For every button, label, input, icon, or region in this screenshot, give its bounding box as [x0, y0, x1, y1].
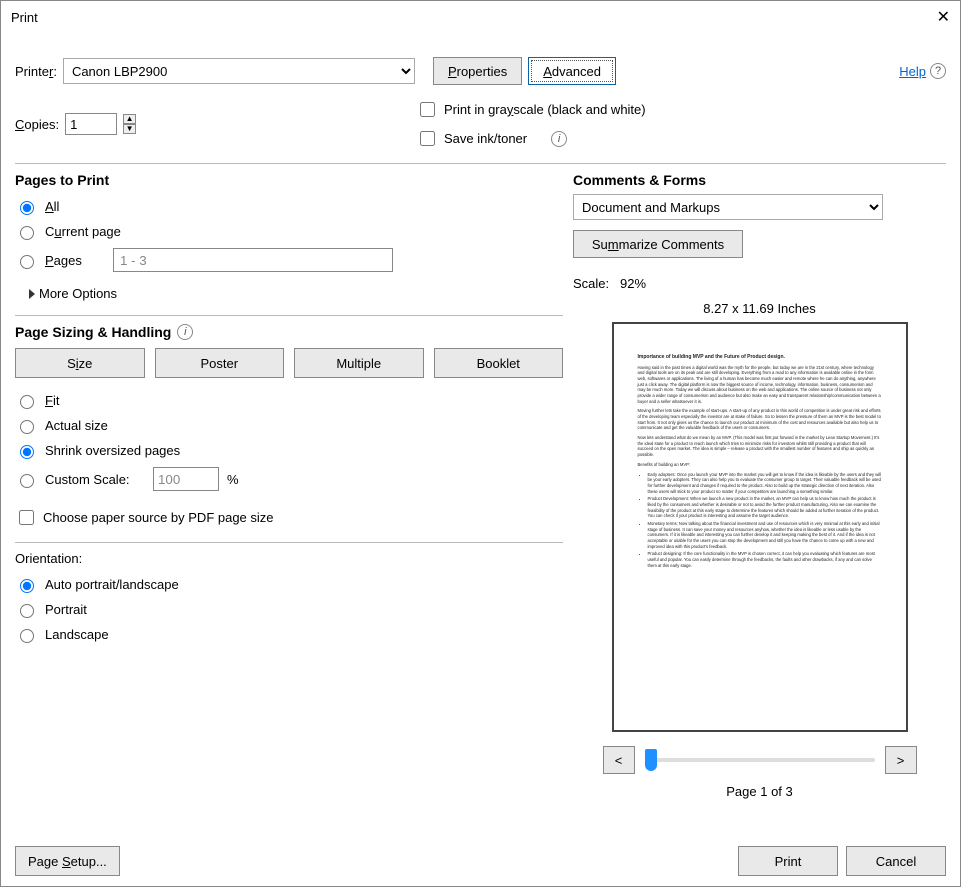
- choose-paper-source-checkbox[interactable]: [19, 510, 34, 525]
- triangle-right-icon: [29, 289, 35, 299]
- radio-fit[interactable]: [20, 395, 34, 409]
- page-preview: Importance of building MVP and the Futur…: [612, 322, 908, 732]
- sizing-title: Page Sizing & Handling: [15, 324, 171, 340]
- pages-range-input[interactable]: [113, 248, 393, 272]
- title-bar: Print ✕: [1, 1, 960, 33]
- radio-pages-label: Pages: [45, 253, 105, 268]
- radio-fit-label: Fit: [45, 393, 59, 408]
- page-setup-button[interactable]: Page Setup...: [15, 846, 120, 876]
- saveink-label: Save ink/toner: [444, 131, 527, 146]
- saveink-checkbox[interactable]: [420, 131, 435, 146]
- page-indicator: Page 1 of 3: [726, 784, 793, 799]
- scale-value: 92%: [620, 276, 646, 291]
- printer-select[interactable]: Canon LBP2900: [63, 58, 415, 84]
- radio-actual[interactable]: [20, 420, 34, 434]
- radio-actual-label: Actual size: [45, 418, 108, 433]
- slider-thumb-icon[interactable]: [645, 749, 657, 771]
- radio-all-label: All: [45, 199, 59, 214]
- radio-portrait-label: Portrait: [45, 602, 87, 617]
- info-icon[interactable]: i: [177, 324, 193, 340]
- help-icon[interactable]: ?: [930, 63, 946, 79]
- custom-scale-input[interactable]: [153, 467, 219, 491]
- multiple-tab[interactable]: Multiple: [294, 348, 424, 378]
- radio-landscape-label: Landscape: [45, 627, 109, 642]
- copies-input[interactable]: [65, 113, 117, 135]
- radio-pages[interactable]: [20, 255, 34, 269]
- choose-paper-source-label: Choose paper source by PDF page size: [43, 510, 274, 525]
- radio-auto-orient[interactable]: [20, 579, 34, 593]
- size-tab[interactable]: Size: [15, 348, 145, 378]
- preview-dimensions: 8.27 x 11.69 Inches: [703, 301, 816, 316]
- preview-prev-button[interactable]: <: [603, 746, 635, 774]
- radio-current-label: Current page: [45, 224, 121, 239]
- summarize-comments-button[interactable]: Summarize Comments: [573, 230, 743, 258]
- pages-to-print-title: Pages to Print: [15, 172, 563, 188]
- preview-next-button[interactable]: >: [885, 746, 917, 774]
- preview-slider[interactable]: [645, 758, 875, 762]
- radio-shrink[interactable]: [20, 445, 34, 459]
- orientation-title: Orientation:: [15, 551, 563, 566]
- grayscale-label: Print in grayscale (black and white): [444, 102, 646, 117]
- copies-spinner[interactable]: ▲ ▼: [123, 114, 136, 134]
- printer-label: Printer:: [15, 64, 57, 79]
- properties-button[interactable]: Properties: [433, 57, 522, 85]
- spinner-down-icon[interactable]: ▼: [123, 124, 136, 134]
- info-icon[interactable]: i: [551, 131, 567, 147]
- spinner-up-icon[interactable]: ▲: [123, 114, 136, 124]
- radio-auto-orient-label: Auto portrait/landscape: [45, 577, 179, 592]
- close-icon[interactable]: ✕: [937, 7, 950, 27]
- scale-label: Scale:: [573, 276, 609, 291]
- radio-current[interactable]: [20, 226, 34, 240]
- radio-portrait[interactable]: [20, 604, 34, 618]
- poster-tab[interactable]: Poster: [155, 348, 285, 378]
- booklet-tab[interactable]: Booklet: [434, 348, 564, 378]
- radio-shrink-label: Shrink oversized pages: [45, 443, 180, 458]
- radio-custom-label: Custom Scale:: [45, 472, 145, 487]
- radio-all[interactable]: [20, 201, 34, 215]
- comments-title: Comments & Forms: [573, 172, 946, 188]
- grayscale-checkbox[interactable]: [420, 102, 435, 117]
- cancel-button[interactable]: Cancel: [846, 846, 946, 876]
- radio-custom[interactable]: [20, 474, 34, 488]
- help-link[interactable]: Help: [899, 64, 926, 79]
- comments-select[interactable]: Document and Markups: [573, 194, 883, 220]
- advanced-button[interactable]: Advanced: [528, 57, 616, 85]
- print-dialog: Print ✕ Printer: Canon LBP2900 Propertie…: [0, 0, 961, 887]
- more-options-toggle[interactable]: More Options: [29, 286, 563, 301]
- copies-label: Copies:: [15, 117, 59, 132]
- window-title: Print: [11, 10, 38, 25]
- print-button[interactable]: Print: [738, 846, 838, 876]
- radio-landscape[interactable]: [20, 629, 34, 643]
